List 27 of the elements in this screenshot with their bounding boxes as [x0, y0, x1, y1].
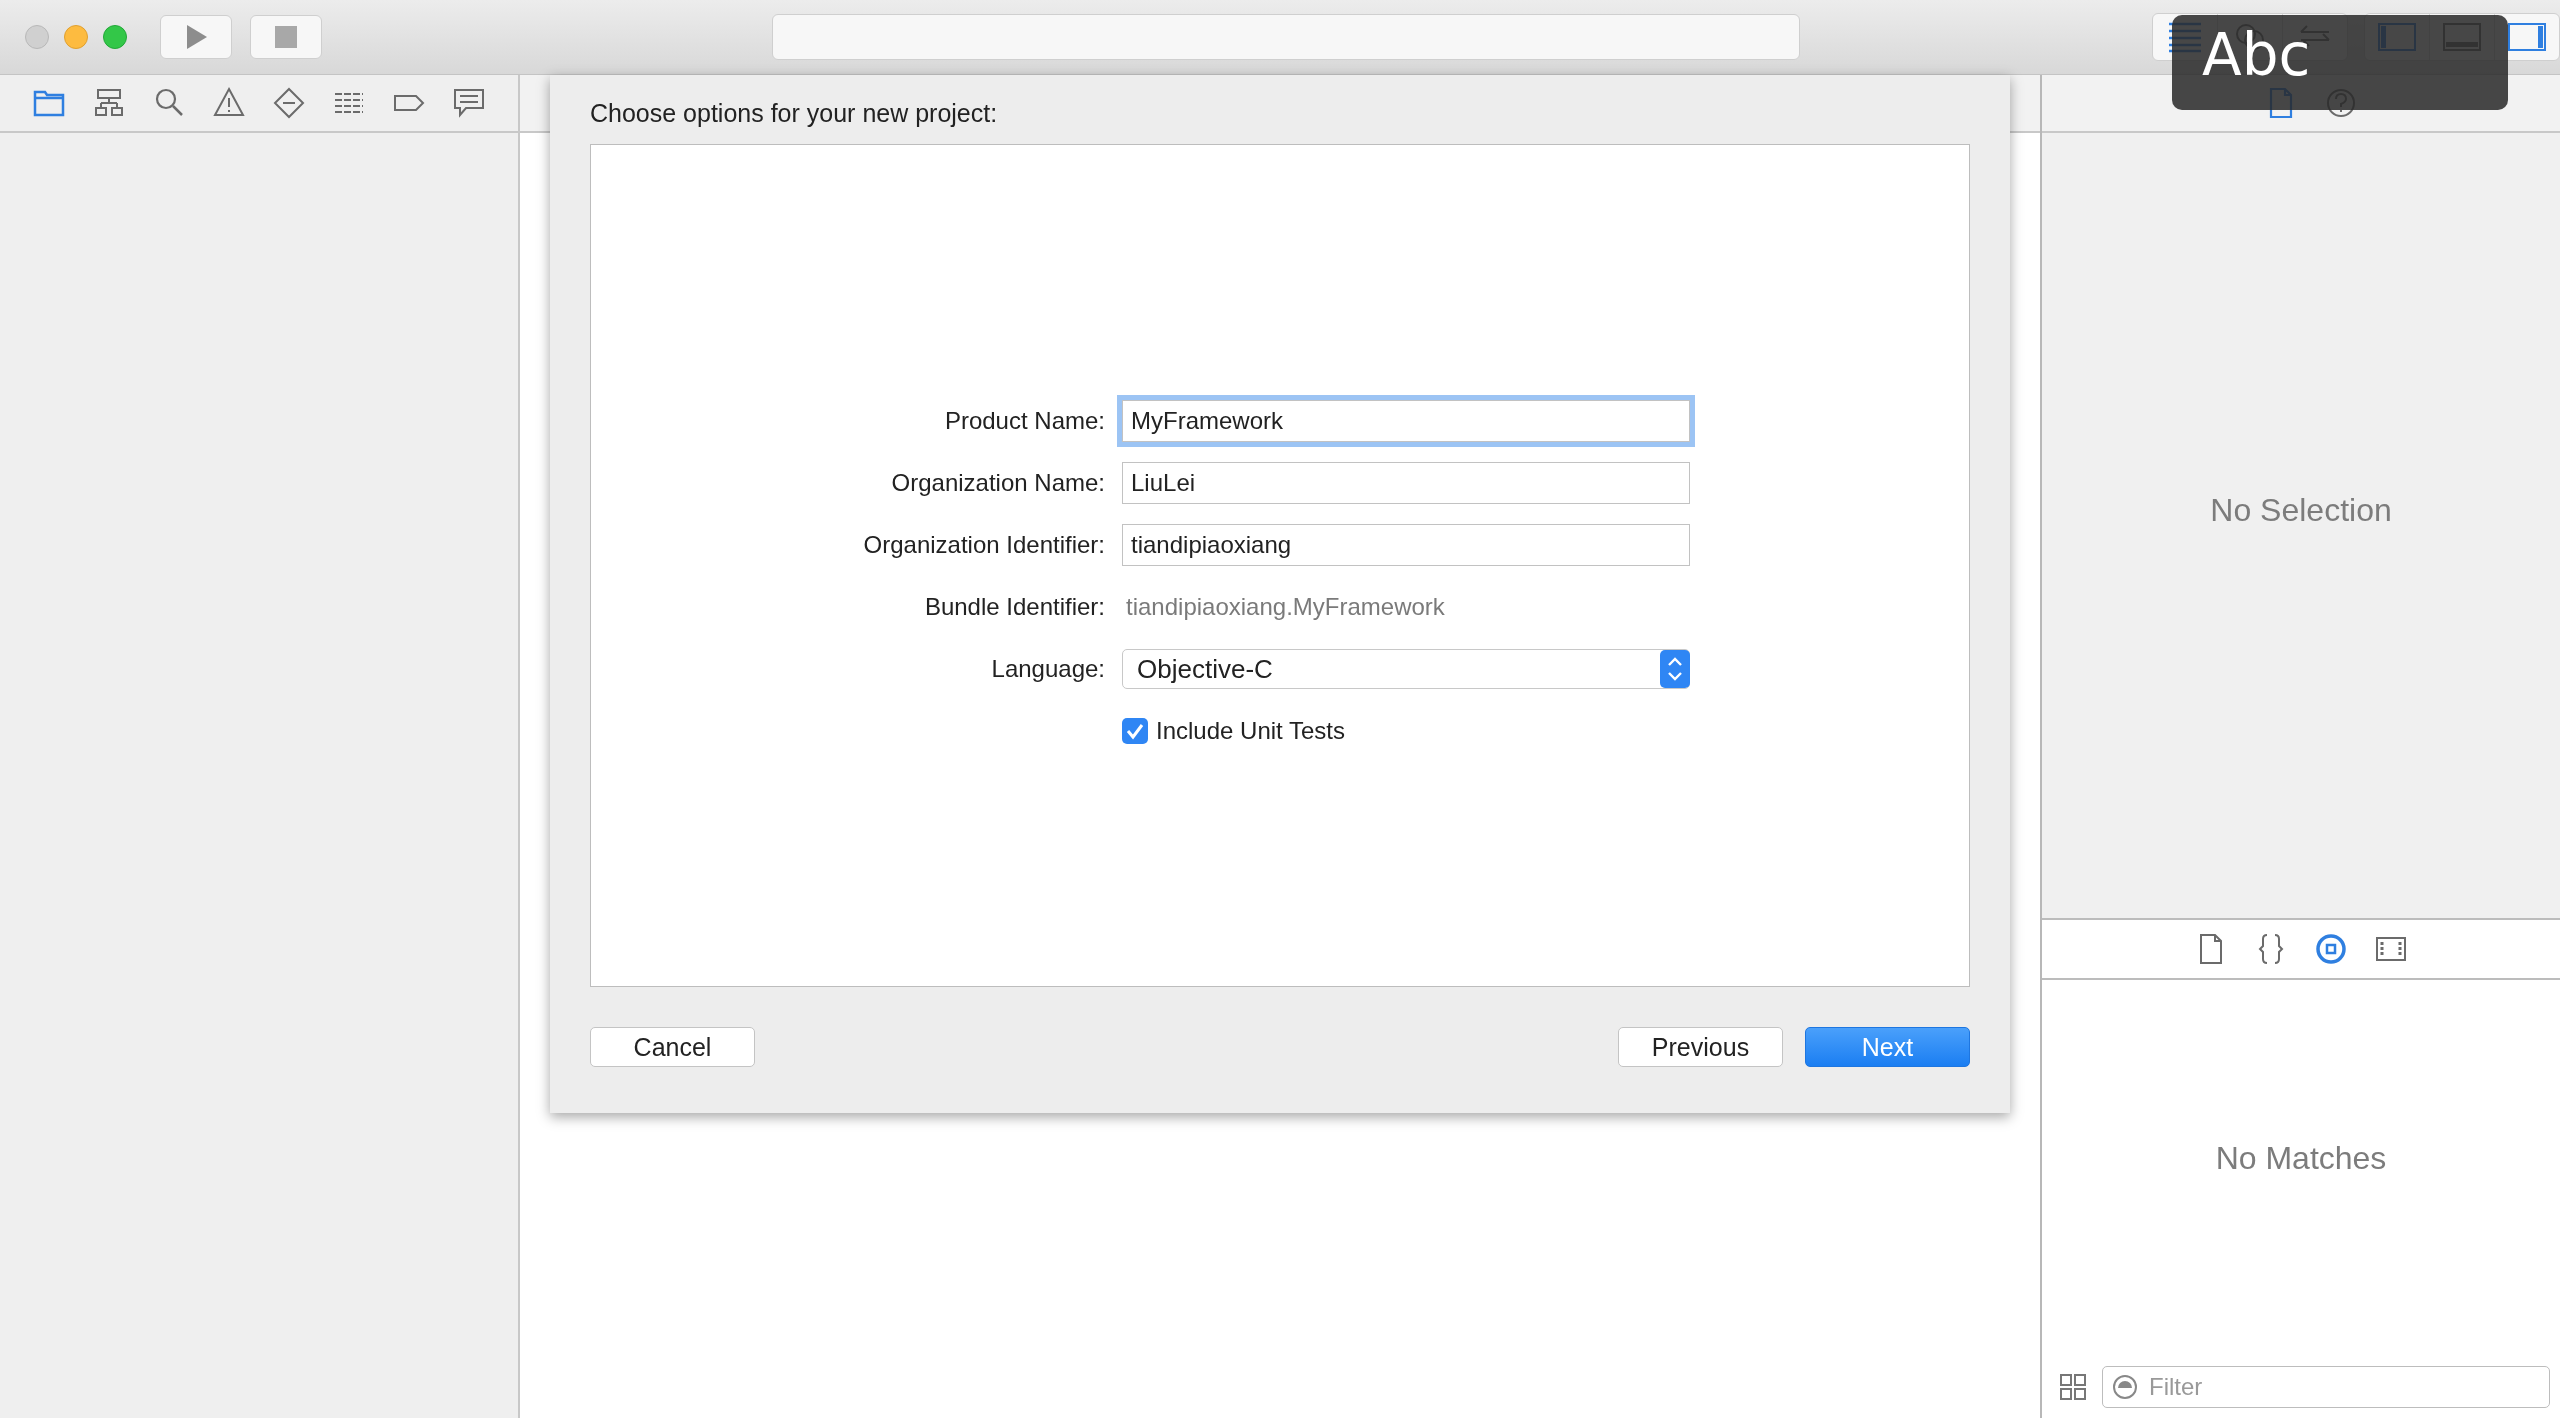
field-label: Bundle Identifier:	[923, 592, 1105, 622]
run-button[interactable]	[160, 15, 232, 59]
dialog-button[interactable]: Previous	[1618, 1027, 1783, 1067]
language-popup[interactable]: Objective-C	[1122, 649, 1690, 689]
stop-icon	[273, 24, 299, 50]
zoom-button[interactable]	[103, 25, 127, 49]
object-icon[interactable]	[2314, 932, 2348, 966]
filter-icon	[2112, 1374, 2138, 1400]
text-field[interactable]: LiuLei	[1122, 462, 1690, 504]
filter-field[interactable]: Filter	[2102, 1366, 2550, 1408]
bundle-identifier: tiandipiaoxiang.MyFramework	[1125, 592, 1446, 622]
dialog-button[interactable]: Cancel	[590, 1027, 755, 1067]
breakpoint-icon[interactable]	[272, 86, 306, 120]
sheet-title: Choose options for your new project:	[590, 99, 999, 128]
chevron-icon	[1660, 650, 1690, 688]
field-label: Language:	[990, 654, 1105, 684]
empty-message: No Matches	[2215, 1139, 2387, 1177]
empty-message: No Selection	[2210, 492, 2392, 529]
field-label: Organization Name:	[890, 468, 1105, 498]
field-label: Organization Identifier:	[862, 530, 1105, 560]
input-source-label: Abc	[2202, 20, 2311, 89]
panel-icon	[2505, 20, 2549, 54]
message-icon[interactable]	[452, 86, 486, 120]
unit-tests-checkbox[interactable]: Include Unit Tests	[1122, 705, 1690, 757]
grid-icon[interactable]	[2058, 1372, 2088, 1402]
field-label: Product Name:	[943, 406, 1105, 436]
text-field[interactable]: tiandipiaoxiang	[1122, 524, 1690, 566]
